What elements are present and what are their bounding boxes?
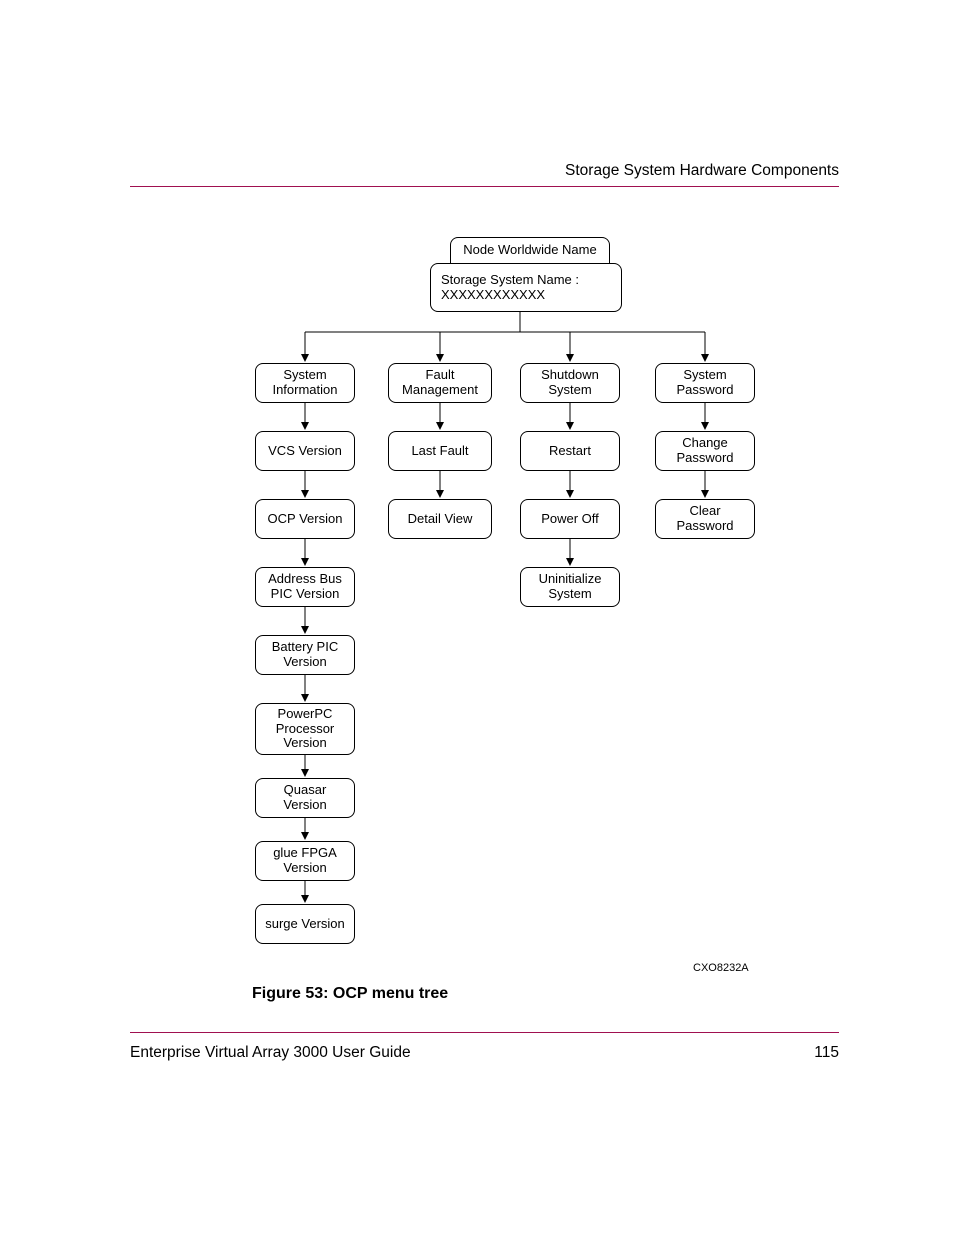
footer-rule (130, 1032, 839, 1033)
box-detail-view: Detail View (388, 499, 492, 539)
header-rule (130, 186, 839, 187)
figure-id: CXO8232A (693, 962, 749, 974)
col-head-shutdown-system: Shutdown System (520, 363, 620, 403)
ocp-menu-tree-diagram: Node Worldwide Name Storage System Name … (255, 237, 775, 962)
box-power-off: Power Off (520, 499, 620, 539)
box-change-password: Change Password (655, 431, 755, 471)
storage-system-name-box: Storage System Name : XXXXXXXXXXXX (430, 263, 622, 312)
figure-caption: Figure 53: OCP menu tree (252, 985, 448, 1003)
col-head-fault-management: Fault Management (388, 363, 492, 403)
box-battery-pic-version: Battery PIC Version (255, 635, 355, 675)
box-clear-password: Clear Password (655, 499, 755, 539)
box-restart: Restart (520, 431, 620, 471)
node-worldwide-name-tab: Node Worldwide Name (450, 237, 610, 263)
box-ocp-version: OCP Version (255, 499, 355, 539)
box-address-bus-pic-version: Address Bus PIC Version (255, 567, 355, 607)
box-glue-fpga-version: glue FPGA Version (255, 841, 355, 881)
box-last-fault: Last Fault (388, 431, 492, 471)
footer-book-title: Enterprise Virtual Array 3000 User Guide (130, 1044, 411, 1062)
col-head-system-password: System Password (655, 363, 755, 403)
box-uninitialize-system: Uninitialize System (520, 567, 620, 607)
section-header: Storage System Hardware Components (565, 162, 839, 180)
col-head-system-information: System Information (255, 363, 355, 403)
page-number: 115 (814, 1044, 839, 1062)
box-powerpc-processor-version: PowerPC Processor Version (255, 703, 355, 755)
box-quasar-version: Quasar Version (255, 778, 355, 818)
box-surge-version: surge Version (255, 904, 355, 944)
box-vcs-version: VCS Version (255, 431, 355, 471)
